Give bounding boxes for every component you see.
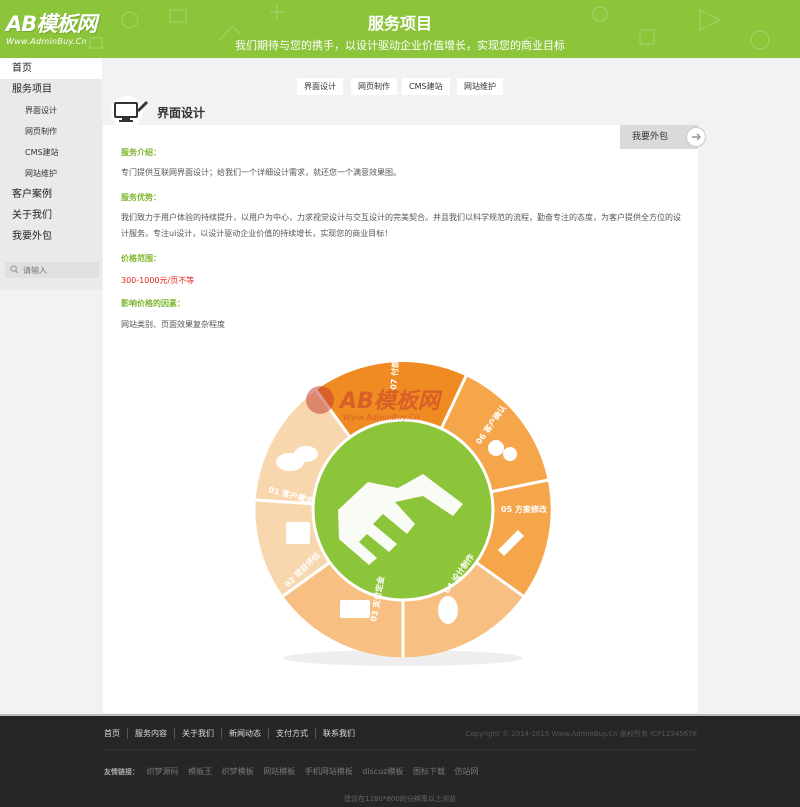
sidebar-item-services[interactable]: 服务项目 [0,79,102,100]
footer-link-contact[interactable]: 联系我们 [315,728,362,739]
tab-web-making[interactable]: 网页制作 [351,78,397,95]
friend-link[interactable]: 织梦源码 [147,767,179,776]
friend-link[interactable]: 仿站网 [455,767,479,776]
site-footer: 首页 服务内容 关于我们 新闻动态 支付方式 联系我们 Copyright © 2014-… [0,714,800,807]
footer-topline [0,714,800,716]
footer-links: 首页 服务内容 关于我们 新闻动态 支付方式 联系我们 [104,728,362,739]
sidebar-item-maintenance[interactable]: 网站维护 [0,163,102,184]
page-title: 服务项目 [367,14,432,33]
advantage-label: 服务优势： [121,193,161,202]
footer-link-payment[interactable]: 支付方式 [268,728,315,739]
friend-link[interactable]: 织梦模板 [222,767,254,776]
sidebar-item-outsource[interactable]: 我要外包 [0,226,102,247]
advantage-text: 我们致力于用户体验的持续提升，以用户为中心，力求视觉设计与交互设计的完美契合。并… [121,213,681,238]
sidebar-item-about[interactable]: 关于我们 [0,205,102,226]
footer-divider [104,749,698,750]
outsource-button[interactable]: 我要外包 [620,125,706,149]
intro-label: 服务介绍： [121,148,161,157]
sidebar-item-web-making[interactable]: 网页制作 [0,121,102,142]
tab-cms[interactable]: CMS建站 [402,78,450,95]
arrow-right-icon [686,127,706,147]
sidebar: 首页 服务项目 界面设计 网页制作 CMS建站 网站维护 客户案例 关于我们 我… [0,58,102,290]
site-header: AB模板网 Www.AdminBuy.Cn 服务项目 我们期待与您的携手，以设计… [0,0,800,58]
price-value: 300-1000元/页不等 [121,276,195,285]
resolution-tip: 建议在1280*800的分辨率以上浏览 [344,795,456,803]
friend-link[interactable]: 手机网站模板 [305,767,353,776]
content-panel: 我要外包 服务介绍： 专门提供互联网界面设计；给我们一个详细设计需求，就还您一个… [103,125,706,713]
friend-link[interactable]: discuz模板 [362,767,403,776]
sidebar-item-ui-design[interactable]: 界面设计 [0,100,102,121]
watermark-text: AB模板网 [338,389,443,414]
search-input[interactable] [23,263,95,277]
sidebar-item-cms[interactable]: CMS建站 [0,142,102,163]
friend-link[interactable]: 模板王 [188,767,212,776]
search-icon [10,265,19,274]
friend-links-label: 友情链接： [104,768,139,776]
friend-link[interactable]: 图标下载 [413,767,445,776]
wheel-step-5: 05 方案修改 [501,504,548,514]
friend-link[interactable]: 网站模板 [263,767,295,776]
tab-ui-design[interactable]: 界面设计 [297,78,343,95]
price-label: 价格范围： [121,254,161,263]
search-box [5,262,99,278]
watermark-sub: Www.AdminBuy.Cn [343,413,420,422]
page-slogan: 我们期待与您的携手，以设计驱动企业价值增长，实现您的商业目标 [235,39,565,52]
monitor-icon [111,96,148,128]
factors-text: 网站类别、页面效果复杂程度 [121,320,225,329]
tab-maintenance[interactable]: 网站维护 [457,78,503,95]
footer-link-news[interactable]: 新闻动态 [221,728,268,739]
service-process-wheel: 01 客户需求 02 项目评估 03 支付定金 04 设计制作 05 方案修改 … [255,359,551,666]
footer-link-home[interactable]: 首页 [104,728,127,739]
copyright: Copyright © 2014-2015 Www.AdminBuy.Cn 版权… [465,730,697,738]
intro-text: 专门提供互联网界面设计；给我们一个详细设计需求，就还您一个满意效果图。 [121,168,401,177]
footer-link-about[interactable]: 关于我们 [174,728,221,739]
outsource-label: 我要外包 [632,132,669,142]
factors-label: 影响价格的因素： [121,299,185,308]
sidebar-item-cases[interactable]: 客户案例 [0,184,102,205]
footer-link-services[interactable]: 服务内容 [127,728,174,739]
friend-links: 友情链接： 织梦源码 模板王 织梦模板 网站模板 手机网站模板 discuz模板… [104,766,486,777]
section-title: 界面设计 [157,106,206,120]
sidebar-item-home[interactable]: 首页 [0,58,102,79]
